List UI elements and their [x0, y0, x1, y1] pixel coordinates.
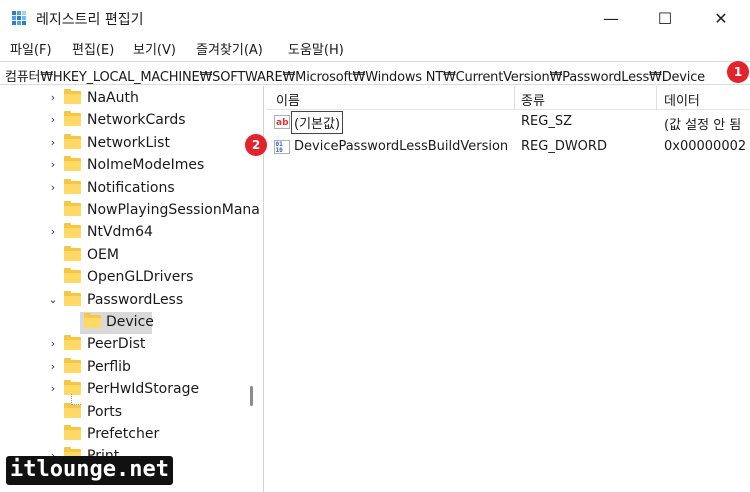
folder-icon	[84, 313, 101, 328]
close-button[interactable]: ✕	[698, 0, 744, 36]
chevron-right-icon[interactable]: ›	[48, 136, 58, 149]
tree-item-label: Perflib	[87, 358, 131, 375]
column-data[interactable]: 데이터	[664, 90, 700, 109]
tree-item[interactable]: Device	[0, 312, 240, 334]
column-separator[interactable]	[514, 86, 515, 110]
column-separator[interactable]	[656, 86, 657, 110]
tree-item[interactable]: › NoImeModeImes	[0, 155, 240, 177]
value-name-build-version[interactable]: DevicePasswordLessBuildVersion	[294, 139, 508, 154]
maximize-button[interactable]: ☐	[642, 0, 688, 36]
tree-item[interactable]: OpenGLDrivers	[0, 267, 240, 289]
chevron-right-icon[interactable]: ›	[48, 360, 58, 373]
column-type[interactable]: 종류	[521, 90, 545, 109]
address-bar[interactable]: 컴퓨터₩HKEY_LOCAL_MACHINE₩SOFTWARE₩Microsof…	[0, 61, 750, 85]
tree-item-label: NetworkCards	[87, 112, 186, 129]
annotation-badge-1: 1	[727, 61, 749, 83]
tree-item[interactable]: OEM	[0, 245, 240, 267]
address-path[interactable]: 컴퓨터₩HKEY_LOCAL_MACHINE₩SOFTWARE₩Microsof…	[5, 66, 705, 84]
folder-icon	[64, 425, 81, 440]
tree-item-label: NoImeModeImes	[87, 157, 205, 174]
svg-text:ab: ab	[276, 118, 289, 128]
close-icon: ✕	[714, 8, 728, 28]
column-name[interactable]: 이름	[276, 90, 300, 109]
folder-icon	[64, 156, 81, 172]
folder-icon	[64, 245, 81, 261]
chevron-down-icon[interactable]: ⌄	[48, 293, 58, 306]
svg-text:10: 10	[276, 147, 284, 154]
title-bar: 레지스트리 편집기 — ☐ ✕	[0, 0, 750, 36]
value-type: REG_SZ	[521, 114, 572, 129]
tree-item[interactable]: › NetworkList	[0, 133, 240, 155]
value-list-pane[interactable]: 이름 종류 데이터 ab (기본값) REG_SZ (값 설정 안 됨 01 1…	[266, 86, 750, 492]
value-data: (값 설정 안 됨	[664, 118, 742, 133]
list-header: 이름 종류 데이터	[266, 86, 750, 110]
list-row[interactable]: ab (기본값) REG_SZ (값 설정 안 됨	[266, 110, 750, 134]
value-name-default[interactable]: (기본값)	[291, 111, 344, 134]
tree-item-label: OpenGLDrivers	[87, 269, 194, 286]
tree-item[interactable]: › Perflib	[0, 357, 240, 379]
folder-icon	[64, 111, 81, 127]
chevron-right-icon[interactable]: ›	[48, 92, 58, 104]
tree-item[interactable]: NowPlayingSessionMana	[0, 200, 260, 222]
folder-icon	[64, 133, 81, 149]
tree-item-label: PerHwIdStorage	[87, 381, 200, 398]
annotation-badge-2: 2	[245, 134, 267, 156]
tree-item[interactable]: › NtVdm64	[0, 222, 240, 244]
folder-icon	[64, 201, 81, 216]
chevron-right-icon[interactable]: ›	[48, 226, 58, 238]
folder-icon	[64, 335, 81, 351]
folder-icon	[64, 268, 81, 284]
folder-icon	[64, 402, 81, 418]
tree-scrollbar-thumb[interactable]	[250, 386, 253, 406]
chevron-right-icon[interactable]: ›	[48, 159, 58, 171]
tree-item[interactable]: ⌄ PasswordLess	[0, 290, 240, 312]
minimize-icon: —	[603, 8, 619, 28]
menu-favorites[interactable]: 즐겨찾기(A)	[196, 39, 263, 58]
tree-item-label: NetworkList	[87, 134, 170, 151]
tree-item-label: Device	[106, 314, 154, 330]
window-title: 레지스트리 편집기	[36, 12, 144, 28]
site-watermark: itlounge.net	[6, 456, 173, 485]
tree-item[interactable]: › NetworkCards	[0, 110, 240, 132]
tree-item[interactable]: › Notifications	[0, 178, 240, 200]
folder-icon	[64, 357, 81, 373]
tree-item-label: PasswordLess	[87, 291, 184, 308]
tree-item[interactable]: › PerHwIdStorage	[0, 379, 240, 401]
folder-icon	[64, 89, 81, 104]
tree-connector	[71, 394, 81, 405]
string-value-icon: ab	[274, 115, 290, 129]
chevron-right-icon[interactable]: ›	[48, 181, 58, 194]
tree-item-label: Notifications	[87, 179, 175, 196]
maximize-icon: ☐	[657, 8, 673, 28]
value-type: REG_DWORD	[521, 139, 607, 154]
registry-editor-icon	[12, 11, 26, 25]
menu-help[interactable]: 도움말(H)	[288, 39, 344, 58]
tree-item-label: NowPlayingSessionMana	[87, 202, 260, 218]
value-data: 0x00000002	[664, 139, 747, 154]
menu-bar: 파일(F) 편집(E) 보기(V) 즐겨찾기(A) 도움말(H)	[0, 36, 750, 60]
key-tree-pane[interactable]: › NaAuth › NetworkCards › NetworkList › NoImeMo…	[0, 86, 264, 492]
chevron-right-icon[interactable]: ›	[48, 383, 58, 395]
menu-view[interactable]: 보기(V)	[133, 39, 176, 58]
dword-value-icon: 01 10	[274, 140, 290, 154]
tree-item-label: OEM	[87, 246, 119, 263]
chevron-right-icon[interactable]: ›	[48, 338, 58, 350]
folder-icon	[64, 290, 81, 306]
chevron-right-icon[interactable]: ›	[48, 114, 58, 126]
tree-item-label: NaAuth	[87, 90, 139, 106]
folder-icon	[64, 223, 81, 239]
tree-item-label: NtVdm64	[87, 224, 153, 241]
tree-item-label: PeerDist	[87, 336, 146, 353]
tree-item[interactable]: › PeerDist	[0, 334, 240, 356]
tree-item-label: Ports	[87, 403, 123, 420]
folder-icon	[64, 178, 81, 194]
tree-item[interactable]: Prefetcher	[0, 424, 240, 446]
menu-edit[interactable]: 편집(E)	[72, 39, 114, 58]
minimize-button[interactable]: —	[588, 0, 634, 36]
list-row[interactable]: 01 10 DevicePasswordLessBuildVersion REG…	[266, 135, 750, 159]
tree-item-label: Prefetcher	[87, 426, 160, 442]
tree-item[interactable]: › NaAuth	[0, 88, 240, 110]
tree-item[interactable]: Ports	[0, 402, 240, 424]
menu-file[interactable]: 파일(F)	[10, 39, 52, 58]
